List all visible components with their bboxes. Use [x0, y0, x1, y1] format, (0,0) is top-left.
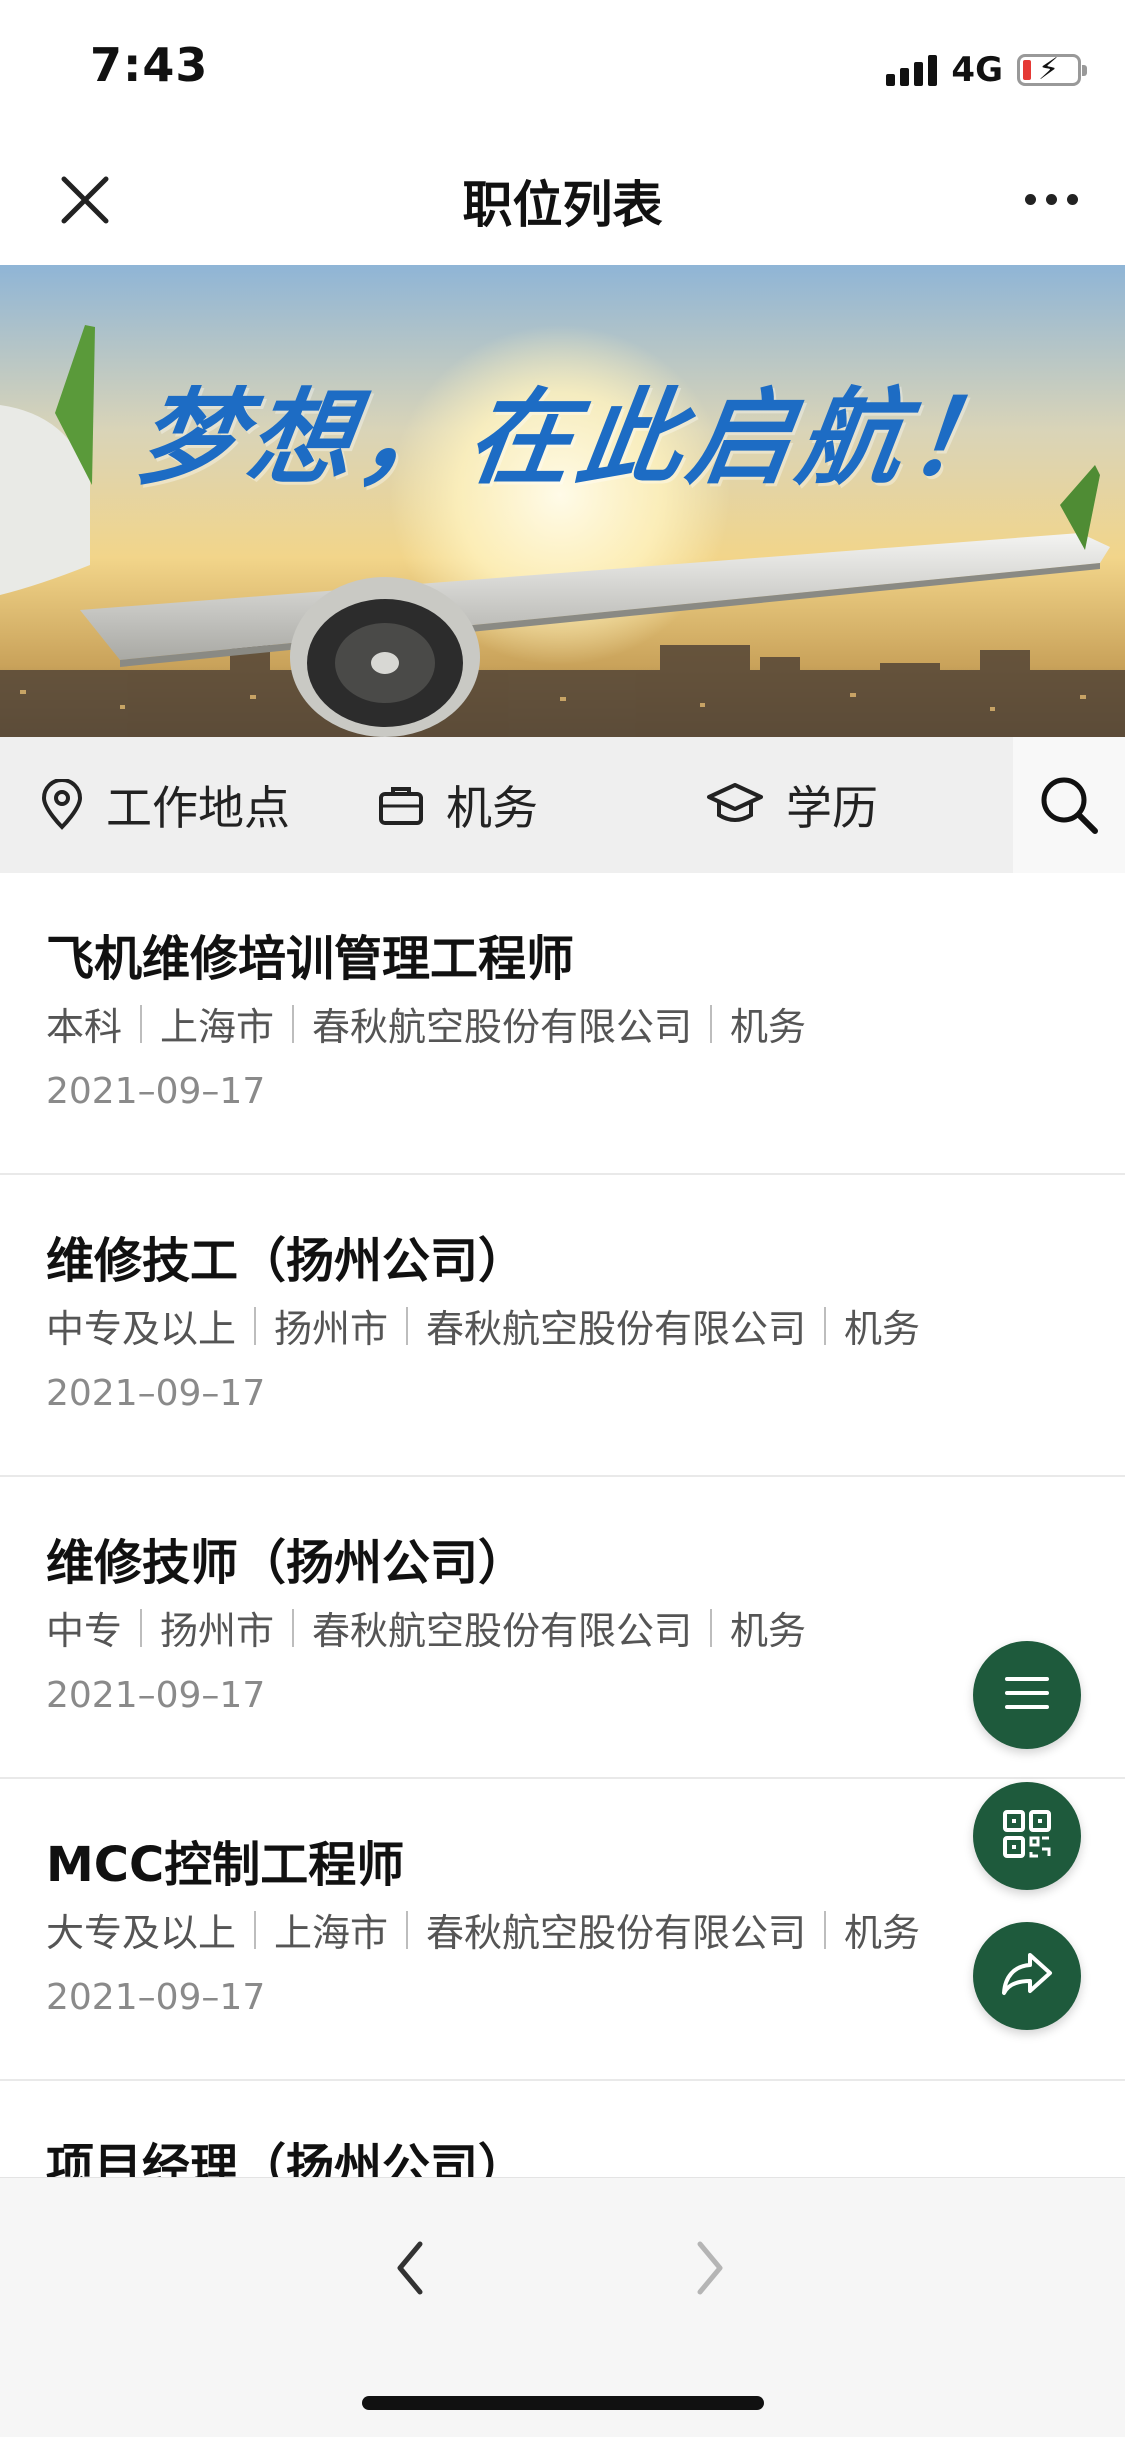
divider [824, 1910, 827, 1949]
job-education: 中专及以上 [46, 1307, 237, 1351]
filter-education[interactable]: 学历 [706, 737, 878, 873]
job-title: 维修技工（扬州公司） [46, 1233, 527, 1289]
job-education: 本科 [46, 1005, 123, 1049]
home-indicator[interactable] [362, 2396, 764, 2410]
divider [710, 1608, 713, 1647]
job-item[interactable]: 飞机维修培训管理工程师 本科 上海市 春秋航空股份有限公司 机务 2021–09… [0, 873, 1125, 1175]
job-category: 机务 [844, 1307, 921, 1351]
job-item[interactable]: MCC控制工程师 大专及以上 上海市 春秋航空股份有限公司 机务 2021–09… [0, 1779, 1125, 2081]
job-company: 春秋航空股份有限公司 [426, 1911, 807, 1955]
network-type: 4G [951, 50, 1003, 90]
forward-arrow-icon[interactable] [680, 2228, 740, 2308]
menu-icon [1003, 1673, 1051, 1717]
job-title: MCC控制工程师 [46, 1837, 405, 1893]
job-list: 飞机维修培训管理工程师 本科 上海市 春秋航空股份有限公司 机务 2021–09… [0, 873, 1125, 2383]
more-options-icon[interactable] [1011, 171, 1091, 227]
filter-category-label: 机务 [446, 781, 538, 835]
job-meta: 本科 上海市 春秋航空股份有限公司 机务 [46, 996, 806, 1051]
divider [406, 1306, 409, 1345]
status-bar: 7:43 4G ⚡ [0, 0, 1125, 135]
graduation-cap-icon [706, 781, 764, 829]
briefcase-icon [378, 784, 424, 826]
job-meta: 大专及以上 上海市 春秋航空股份有限公司 机务 [46, 1902, 920, 1957]
page-title: 职位列表 [462, 176, 663, 234]
divider [710, 1004, 713, 1043]
job-item[interactable]: 维修技师（扬州公司） 中专 扬州市 春秋航空股份有限公司 机务 2021–09–… [0, 1477, 1125, 1779]
signal-icon [886, 54, 938, 86]
qr-code-button[interactable] [973, 1782, 1081, 1890]
job-company: 春秋航空股份有限公司 [312, 1005, 693, 1049]
divider [140, 1004, 143, 1043]
divider [292, 1004, 295, 1043]
filter-bar: 工作地点 机务 学历 [0, 737, 1125, 873]
job-education: 大专及以上 [46, 1911, 237, 1955]
status-indicators: 4G ⚡ [886, 48, 1087, 92]
job-company: 春秋航空股份有限公司 [426, 1307, 807, 1351]
filter-category[interactable]: 机务 [378, 737, 538, 873]
divider [140, 1608, 143, 1647]
filter-location-label: 工作地点 [106, 781, 290, 835]
job-company: 春秋航空股份有限公司 [312, 1609, 693, 1653]
banner-image: 梦想，在此启航！ [0, 265, 1125, 737]
job-category: 机务 [844, 1911, 921, 1955]
divider [254, 1910, 257, 1949]
status-time: 7:43 [90, 38, 209, 92]
job-title: 飞机维修培训管理工程师 [46, 931, 575, 987]
nav-bar: 职位列表 [0, 135, 1125, 265]
divider [254, 1306, 257, 1345]
job-education: 中专 [46, 1609, 123, 1653]
job-date: 2021–09–17 [46, 1373, 266, 1414]
job-category: 机务 [730, 1005, 807, 1049]
share-button[interactable] [973, 1922, 1081, 2030]
job-meta: 中专及以上 扬州市 春秋航空股份有限公司 机务 [46, 1298, 920, 1353]
job-date: 2021–09–17 [46, 1675, 266, 1716]
job-date: 2021–09–17 [46, 1977, 266, 2018]
qr-code-icon [1002, 1809, 1052, 1863]
filter-education-label: 学历 [786, 781, 878, 835]
menu-button[interactable] [973, 1641, 1081, 1749]
job-item[interactable]: 维修技工（扬州公司） 中专及以上 扬州市 春秋航空股份有限公司 机务 2021–… [0, 1175, 1125, 1477]
job-city: 上海市 [274, 1911, 389, 1955]
divider [824, 1306, 827, 1345]
job-title: 维修技师（扬州公司） [46, 1535, 527, 1591]
divider [406, 1910, 409, 1949]
filter-location[interactable]: 工作地点 [40, 737, 290, 873]
back-arrow-icon[interactable] [380, 2228, 440, 2308]
banner-slogan: 梦想，在此启航！ [130, 376, 1028, 499]
location-pin-icon [40, 779, 84, 831]
job-city: 上海市 [160, 1005, 275, 1049]
job-date: 2021–09–17 [46, 1071, 266, 1112]
job-city: 扬州市 [274, 1307, 389, 1351]
job-category: 机务 [730, 1609, 807, 1653]
divider [292, 1608, 295, 1647]
share-icon [1000, 1951, 1054, 2001]
search-icon[interactable] [1013, 737, 1125, 873]
job-city: 扬州市 [160, 1609, 275, 1653]
battery-icon: ⚡ [1017, 52, 1087, 87]
bottom-nav-bar [0, 2177, 1125, 2437]
job-meta: 中专 扬州市 春秋航空股份有限公司 机务 [46, 1600, 806, 1655]
